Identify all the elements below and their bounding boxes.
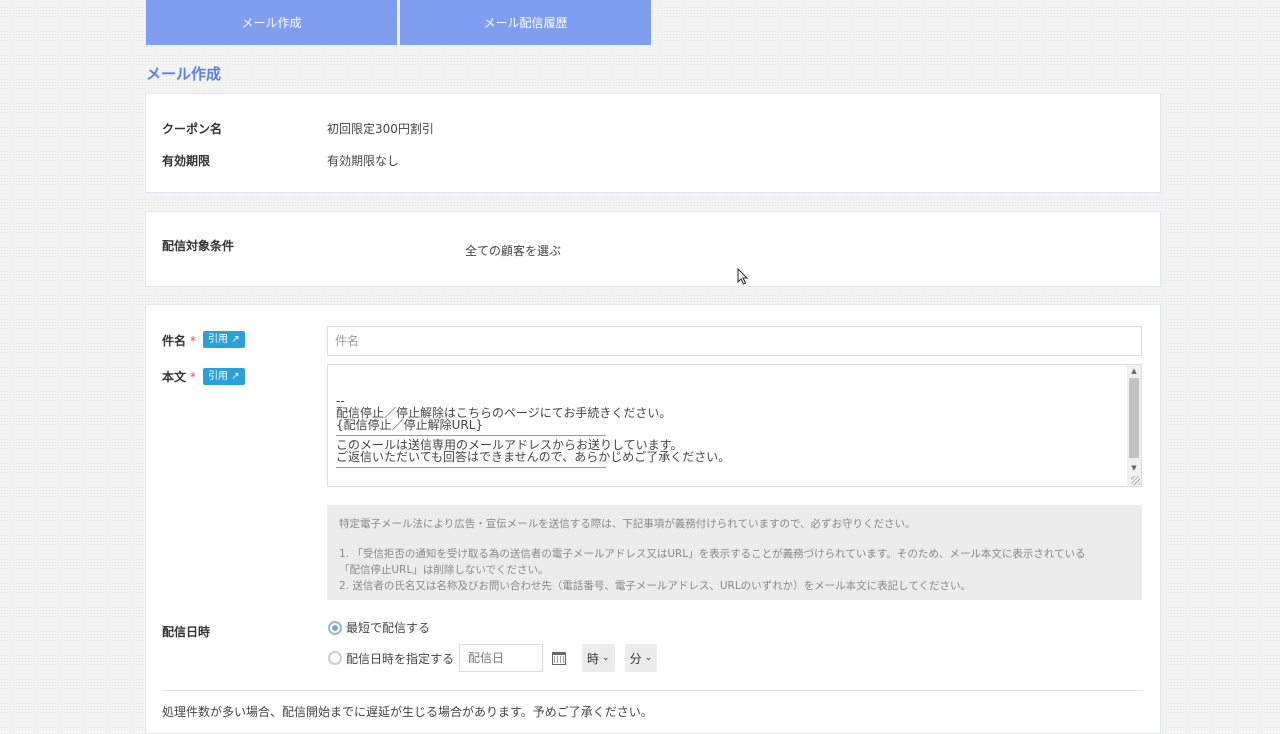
external-link-icon: ↗: [231, 371, 240, 382]
subject-input[interactable]: [327, 326, 1142, 356]
subject-label-text: 件名: [162, 334, 187, 348]
body-quote-badge-label: 引用: [208, 371, 228, 382]
mouse-cursor-icon: [737, 268, 749, 285]
notice-intro: 特定電子メール法により広告・宣伝メールを送信する際は、下記事項が義務付けられてい…: [339, 518, 916, 530]
minute-select[interactable]: 分 ⌄: [624, 644, 658, 672]
notice-item-1a: 1. 「受信拒否の通知を受け取る為の送信者の電子メールアドレス又はURL」を表示…: [339, 548, 1086, 560]
required-mark: *: [190, 370, 197, 384]
schedule-fastest-option[interactable]: 最短で配信する: [328, 619, 430, 636]
target-label: 配信対象条件: [162, 239, 235, 253]
schedule-fastest-label: 最短で配信する: [346, 621, 431, 635]
minute-select-label: 分: [629, 651, 642, 666]
hour-select-label: 時: [587, 651, 600, 666]
schedule-specify-option: 配信日時を指定する 時 ⌄ 分 ⌄: [328, 644, 667, 672]
radio-unchecked-icon[interactable]: [328, 651, 342, 665]
subject-label: 件名 *: [162, 332, 196, 349]
delay-footnote: 処理件数が多い場合、配信開始までに遅延が生じる場合があります。予めご了承ください…: [162, 705, 653, 719]
legal-notice: 特定電子メール法により広告・宣伝メールを送信する際は、下記事項が義務付けられてい…: [327, 505, 1142, 600]
subject-quote-badge[interactable]: 引用 ↗: [203, 331, 245, 348]
tab-bar: メール作成 メール配信履歴: [146, 0, 651, 45]
schedule-specify-label: 配信日時を指定する: [346, 651, 455, 666]
notice-item-1b: 「配信停止URL」は削除しないでください。: [339, 564, 549, 576]
body-line: ご返信いただいても回答はできませんので、あらかじめご了承ください。: [336, 450, 731, 464]
date-input[interactable]: [459, 644, 544, 672]
scroll-down-icon[interactable]: ▼: [1127, 462, 1141, 474]
body-textarea[interactable]: -- 配信停止／停止解除はこちらのページにてお手続きください。 {配信停止／停止…: [327, 364, 1142, 487]
target-panel: 配信対象条件 全ての顧客を選ぶ: [145, 211, 1161, 287]
scroll-thumb[interactable]: [1129, 378, 1139, 458]
mail-form-panel: 件名* 引用 ↗ 本文* 引用 ↗ -- 配信停止／停止解除はこちらのページにて…: [145, 304, 1161, 734]
tab-mail-history[interactable]: メール配信履歴: [400, 0, 651, 45]
body-label-text: 本文: [162, 370, 187, 384]
target-value: 全ての顧客を選ぶ: [465, 244, 562, 258]
page-title: メール作成: [146, 65, 222, 83]
coupon-name-label: クーポン名: [162, 122, 223, 136]
resize-grip-icon[interactable]: [1131, 476, 1140, 485]
body-divider: [336, 467, 606, 468]
coupon-name-value: 初回限定300円割引: [327, 122, 434, 136]
body-line: {配信停止／停止解除URL}: [336, 418, 484, 432]
scroll-up-icon[interactable]: ▲: [1127, 365, 1141, 377]
subject-quote-badge-label: 引用: [208, 334, 228, 345]
expiry-label: 有効期限: [162, 154, 211, 168]
expiry-value: 有効期限なし: [327, 154, 400, 168]
chevron-down-icon: ⌄: [602, 653, 610, 663]
schedule-label: 配信日時: [162, 625, 211, 639]
chevron-down-icon: ⌄: [644, 653, 653, 663]
notice-item-2: 2. 送信者の氏名又は名称及びお問い合わせ先（電話番号、電子メールアドレス、UR…: [339, 580, 972, 592]
radio-checked-icon[interactable]: [328, 620, 342, 635]
required-mark: *: [190, 334, 197, 348]
body-label: 本文 *: [162, 368, 196, 385]
body-quote-badge[interactable]: 引用 ↗: [203, 368, 245, 385]
body-divider: [336, 435, 606, 436]
tab-mail-compose[interactable]: メール作成: [146, 0, 397, 45]
external-link-icon: ↗: [231, 334, 240, 345]
coupon-info-panel: クーポン名 初回限定300円割引 有効期限 有効期限なし: [145, 93, 1161, 193]
hour-select[interactable]: 時 ⌄: [582, 644, 615, 672]
body-scrollbar[interactable]: ▲ ▼: [1127, 365, 1141, 486]
divider: [162, 690, 1143, 691]
calendar-icon[interactable]: [552, 651, 567, 665]
